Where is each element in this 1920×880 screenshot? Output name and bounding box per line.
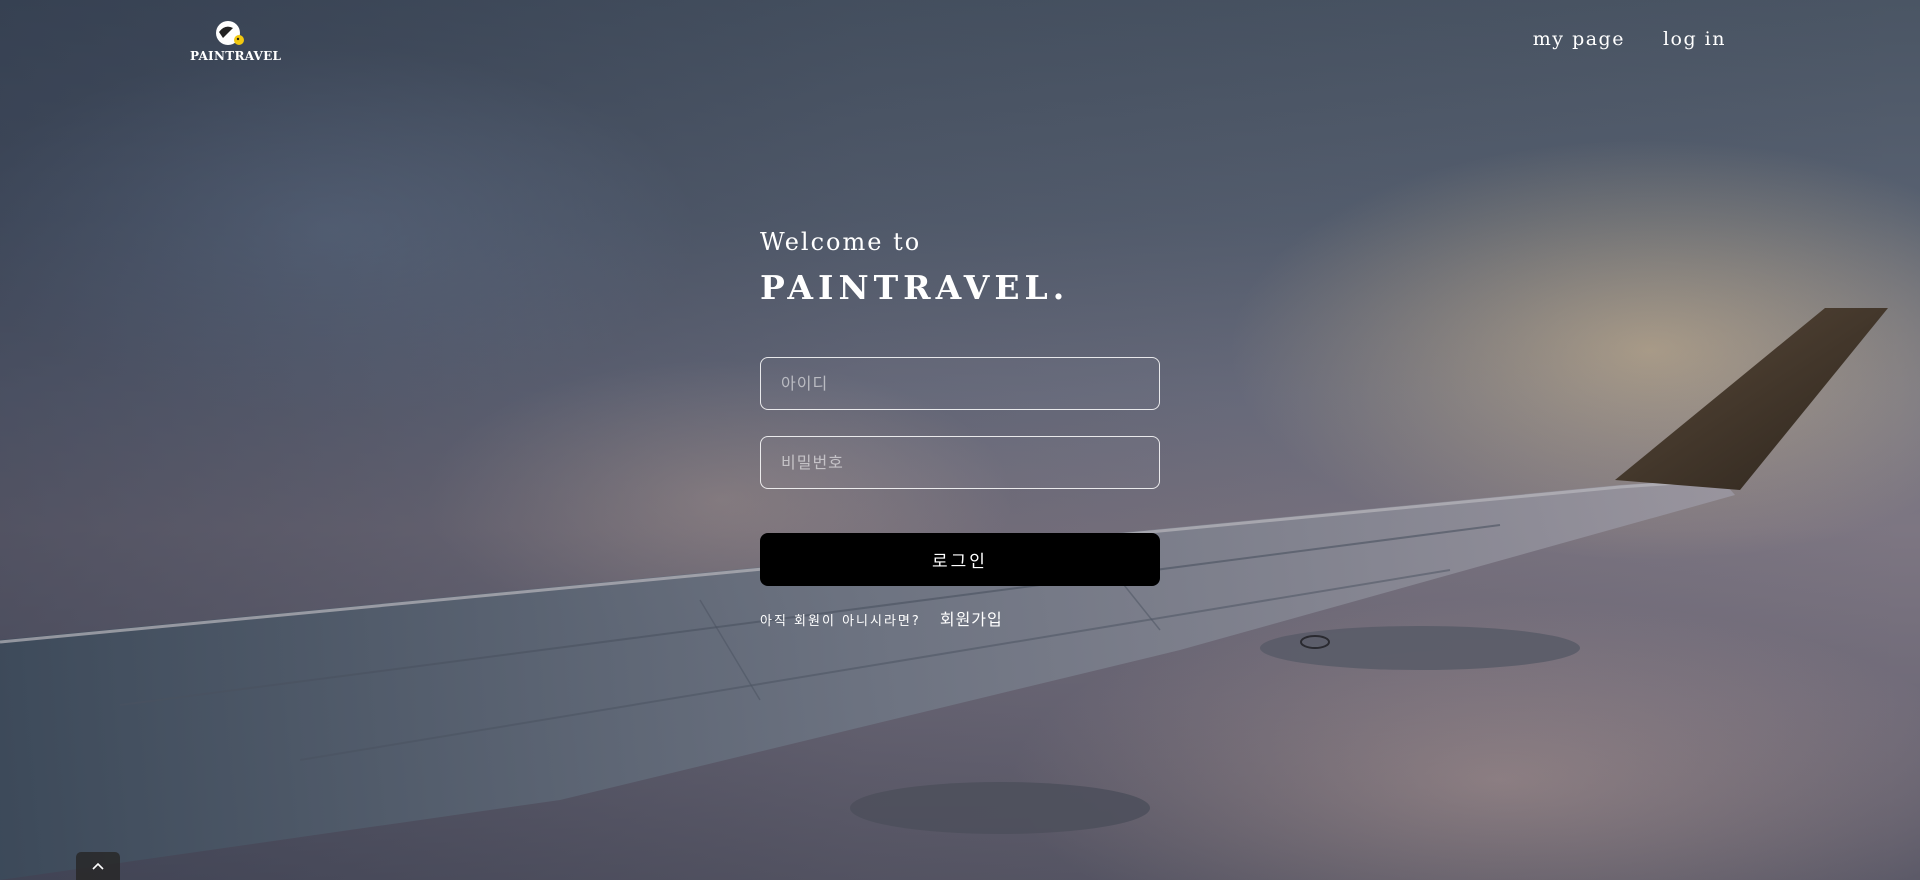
signup-link[interactable]: 회원가입 (940, 610, 1003, 629)
login-page: PAINTRAVEL my page log in Welcome to PAI… (0, 0, 1920, 880)
user-id-input[interactable] (760, 357, 1160, 410)
paintravel-logo-icon (216, 21, 244, 45)
brand-title: PAINTRAVEL. (760, 268, 1070, 307)
site-logo[interactable]: PAINTRAVEL (190, 18, 282, 63)
chevron-up-icon (92, 862, 104, 870)
scroll-to-top-button[interactable] (76, 852, 120, 880)
logo-text: PAINTRAVEL (190, 49, 282, 63)
signup-row: 아직 회원이 아니시라면? 회원가입 (760, 606, 1160, 630)
signup-hint-text: 아직 회원이 아니시라면? (760, 614, 921, 629)
nav-log-in-link[interactable]: log in (1663, 28, 1726, 50)
login-button[interactable]: 로그인 (760, 533, 1160, 586)
top-nav: my page log in (1533, 28, 1726, 50)
nav-my-page-link[interactable]: my page (1533, 28, 1625, 50)
password-input[interactable] (760, 436, 1160, 489)
welcome-heading: Welcome to (760, 228, 922, 256)
login-form: Welcome to PAINTRAVEL. 로그인 아직 회원이 아니시라면?… (760, 228, 1160, 630)
